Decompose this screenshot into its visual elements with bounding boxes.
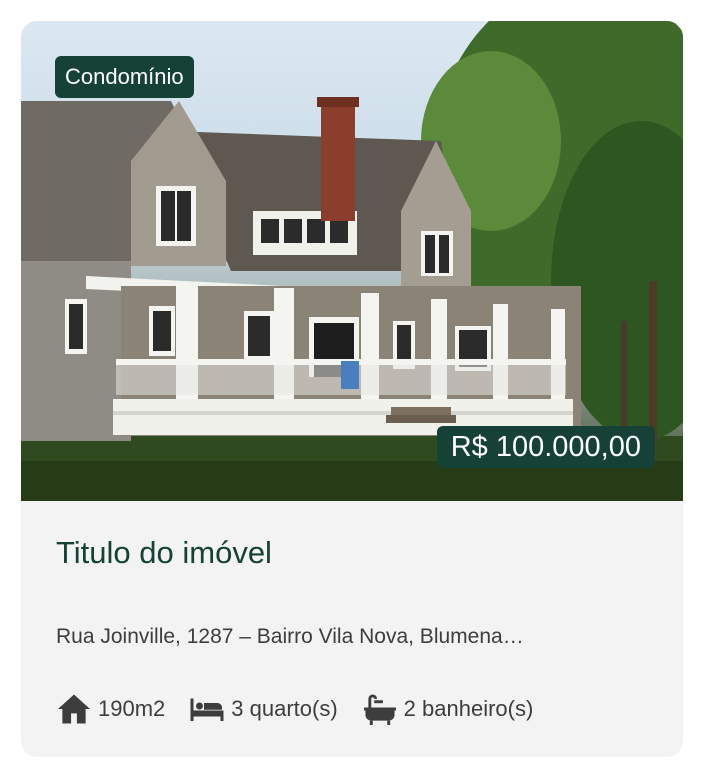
property-card[interactable]: Condomínio R$ 100.000,00 Titulo do imóve… [21, 21, 683, 757]
property-type-badge: Condomínio [55, 56, 194, 98]
feature-bedrooms: 3 quarto(s) [189, 695, 338, 723]
price-badge: R$ 100.000,00 [436, 426, 655, 468]
property-features: 190m2 3 quarto(s) 2 banheiro(s) [56, 689, 533, 729]
bathrooms-value: 2 banheiro(s) [403, 696, 534, 721]
property-address: Rua Joinville, 1287 – Bairro Vila Nova, … [56, 625, 524, 648]
feature-area: 190m2 [56, 693, 165, 725]
bed-icon [190, 698, 224, 721]
bathtub-icon [363, 694, 396, 725]
home-icon [58, 694, 90, 724]
feature-bathrooms: 2 banheiro(s) [362, 693, 534, 725]
property-photo[interactable]: Condomínio R$ 100.000,00 [21, 21, 683, 501]
property-title[interactable]: Titulo do imóvel [56, 535, 272, 571]
area-value: 190m2 [98, 696, 166, 721]
bedrooms-value: 3 quarto(s) [231, 696, 338, 721]
